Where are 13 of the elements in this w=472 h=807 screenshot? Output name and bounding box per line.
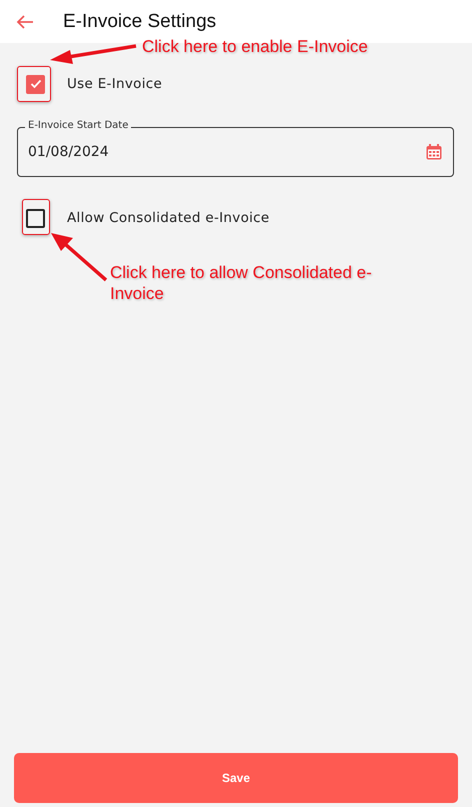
- annotation-text: Click here to allow Consolidated e-Invoice: [110, 262, 373, 304]
- back-arrow-icon: [16, 14, 34, 30]
- annotation-text: Click here to enable E-Invoice: [142, 36, 368, 57]
- highlight-box: [22, 199, 50, 235]
- checkbox-label: Allow Consolidated e-Invoice: [67, 210, 270, 226]
- calendar-icon[interactable]: [425, 143, 443, 161]
- page-title: E-Invoice Settings: [63, 10, 216, 32]
- checkbox[interactable]: [26, 74, 45, 94]
- highlight-box: [17, 66, 51, 102]
- checkbox[interactable]: [26, 208, 45, 228]
- annotation-arrow: [49, 232, 109, 282]
- checkbox-label: Use E-Invoice: [67, 76, 162, 92]
- check-icon: [30, 79, 42, 89]
